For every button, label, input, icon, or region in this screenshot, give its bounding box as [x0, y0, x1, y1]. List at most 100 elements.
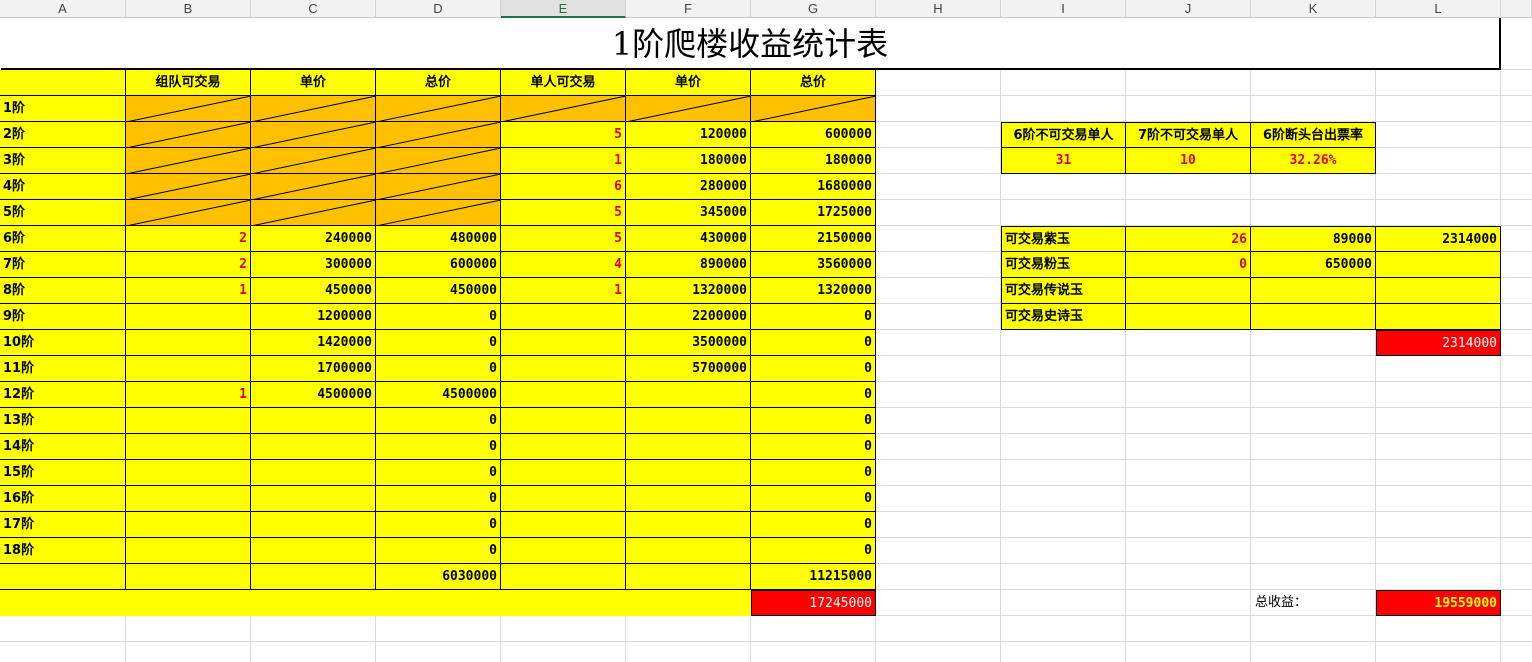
main-table-cell[interactable]: 0	[376, 538, 501, 564]
main-table-cell[interactable]	[126, 96, 251, 122]
main-table-cell[interactable]: 2200000	[626, 304, 751, 330]
column-header-L[interactable]: L	[1376, 0, 1501, 18]
row-label-cell[interactable]: 16阶	[0, 486, 126, 512]
main-table-cell[interactable]	[501, 538, 626, 564]
main-table-cell[interactable]	[501, 356, 626, 382]
main-table-cell[interactable]	[626, 512, 751, 538]
main-table-cell[interactable]	[126, 304, 251, 330]
main-table-cell[interactable]	[626, 434, 751, 460]
main-header-cell[interactable]	[0, 70, 126, 96]
jade-sum-cell[interactable]: 2314000	[1376, 330, 1501, 356]
main-table-cell[interactable]: 4	[501, 252, 626, 278]
main-table-cell[interactable]: 5700000	[626, 356, 751, 382]
jade-total-cell[interactable]	[1376, 252, 1501, 278]
main-table-cell[interactable]: 1680000	[751, 174, 876, 200]
main-table-cell[interactable]	[626, 408, 751, 434]
main-table-cell[interactable]	[251, 512, 376, 538]
jade-total-cell[interactable]	[1376, 304, 1501, 330]
main-table-cell[interactable]	[251, 200, 376, 226]
main-table-cell[interactable]: 5	[501, 122, 626, 148]
main-table-cell[interactable]: 0	[376, 460, 501, 486]
sum-row-cell[interactable]	[251, 564, 376, 590]
main-table-cell[interactable]: 1	[126, 278, 251, 304]
main-table-cell[interactable]	[626, 486, 751, 512]
row-label-cell[interactable]: 3阶	[0, 148, 126, 174]
main-table-cell[interactable]: 4500000	[376, 382, 501, 408]
main-table-cell[interactable]: 600000	[751, 122, 876, 148]
main-table-cell[interactable]: 120000	[626, 122, 751, 148]
row-label-cell[interactable]: 9阶	[0, 304, 126, 330]
main-table-cell[interactable]	[126, 512, 251, 538]
main-table-cell[interactable]: 890000	[626, 252, 751, 278]
main-table-cell[interactable]	[251, 538, 376, 564]
main-table-cell[interactable]: 2150000	[751, 226, 876, 252]
main-table-cell[interactable]: 2	[126, 226, 251, 252]
main-table-cell[interactable]	[376, 96, 501, 122]
main-table-cell[interactable]	[501, 408, 626, 434]
main-table-cell[interactable]	[251, 148, 376, 174]
main-table-cell[interactable]	[126, 460, 251, 486]
row-label-cell[interactable]: 14阶	[0, 434, 126, 460]
main-table-cell[interactable]: 345000	[626, 200, 751, 226]
row-label-cell[interactable]: 10阶	[0, 330, 126, 356]
main-table-cell[interactable]	[126, 408, 251, 434]
main-table-cell[interactable]: 5	[501, 200, 626, 226]
main-table-cell[interactable]	[501, 486, 626, 512]
jade-label-cell[interactable]: 可交易紫玉	[1001, 226, 1126, 252]
column-header-G[interactable]: G	[751, 0, 876, 18]
main-table-cell[interactable]: 0	[376, 330, 501, 356]
column-header-I[interactable]: I	[1001, 0, 1126, 18]
ticket-header-cell[interactable]: 6阶不可交易单人	[1001, 122, 1126, 148]
main-table-cell[interactable]	[126, 174, 251, 200]
sum-row-cell[interactable]	[126, 564, 251, 590]
column-header-J[interactable]: J	[1126, 0, 1251, 18]
sum-row-cell[interactable]	[0, 564, 126, 590]
main-table-cell[interactable]	[251, 408, 376, 434]
main-table-cell[interactable]: 0	[376, 356, 501, 382]
row-label-cell[interactable]: 1阶	[0, 96, 126, 122]
main-table-cell[interactable]	[501, 382, 626, 408]
jade-price-cell[interactable]	[1251, 304, 1376, 330]
row-label-cell[interactable]: 7阶	[0, 252, 126, 278]
sum-row-cell[interactable]	[501, 564, 626, 590]
main-table-cell[interactable]	[126, 486, 251, 512]
main-table-cell[interactable]	[126, 434, 251, 460]
main-table-cell[interactable]: 180000	[751, 148, 876, 174]
main-table-cell[interactable]	[501, 512, 626, 538]
main-table-cell[interactable]: 450000	[251, 278, 376, 304]
main-table-cell[interactable]	[126, 356, 251, 382]
column-header-K[interactable]: K	[1251, 0, 1376, 18]
column-header-B[interactable]: B	[126, 0, 251, 18]
main-table-cell[interactable]: 1320000	[751, 278, 876, 304]
main-table-cell[interactable]	[251, 174, 376, 200]
main-table-cell[interactable]	[376, 174, 501, 200]
column-header-E[interactable]: E	[501, 0, 626, 18]
main-table-cell[interactable]: 1	[126, 382, 251, 408]
total-income-value[interactable]: 19559000	[1376, 590, 1501, 616]
main-table-cell[interactable]: 280000	[626, 174, 751, 200]
main-table-cell[interactable]: 180000	[626, 148, 751, 174]
main-table-cell[interactable]: 0	[751, 408, 876, 434]
main-table-cell[interactable]: 300000	[251, 252, 376, 278]
row-label-cell[interactable]: 12阶	[0, 382, 126, 408]
row-label-cell[interactable]: 18阶	[0, 538, 126, 564]
main-table-cell[interactable]	[251, 122, 376, 148]
column-header-C[interactable]: C	[251, 0, 376, 18]
main-table-cell[interactable]: 0	[376, 486, 501, 512]
jade-total-cell[interactable]	[1376, 278, 1501, 304]
main-table-cell[interactable]	[501, 460, 626, 486]
main-table-cell[interactable]: 0	[376, 434, 501, 460]
main-table-cell[interactable]: 1	[501, 278, 626, 304]
main-table-cell[interactable]	[751, 96, 876, 122]
main-table-cell[interactable]: 0	[376, 304, 501, 330]
grand-total-cell[interactable]: 17245000	[751, 590, 876, 616]
main-table-cell[interactable]	[376, 148, 501, 174]
jade-label-cell[interactable]: 可交易传说玉	[1001, 278, 1126, 304]
main-table-cell[interactable]: 3500000	[626, 330, 751, 356]
main-table-cell[interactable]	[626, 382, 751, 408]
row-label-cell[interactable]: 5阶	[0, 200, 126, 226]
main-table-cell[interactable]: 0	[376, 512, 501, 538]
row-label-cell[interactable]: 2阶	[0, 122, 126, 148]
main-header-cell[interactable]: 总价	[376, 70, 501, 96]
main-table-cell[interactable]: 0	[751, 304, 876, 330]
